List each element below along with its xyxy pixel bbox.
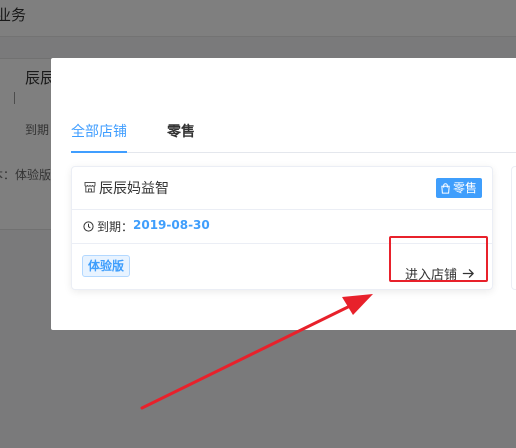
store-select-modal: 全部店铺 零售 辰辰妈益智 零售 到期： 2019-08-30 体验版 进入店铺 [51, 58, 516, 330]
retail-type-badge: 零售 [435, 178, 482, 198]
next-store-card[interactable] [511, 166, 516, 290]
expire-label: 到期： [97, 220, 134, 234]
tab-all-stores[interactable]: 全部店铺 [71, 122, 127, 152]
shopping-bag-icon [441, 182, 450, 194]
annotation-highlight-box [389, 236, 488, 282]
store-card-header: 辰辰妈益智 零售 [72, 167, 492, 210]
expire-date: 2019-08-30 [133, 218, 210, 232]
store-name: 辰辰妈益智 [99, 181, 169, 197]
retail-badge-label: 零售 [452, 181, 477, 195]
tab-retail[interactable]: 零售 [167, 122, 195, 152]
store-tabs: 全部店铺 零售 [71, 122, 516, 153]
active-tab-indicator [71, 151, 127, 153]
clock-icon [83, 221, 94, 232]
store-icon [84, 182, 96, 193]
version-badge: 体验版 [82, 255, 131, 277]
